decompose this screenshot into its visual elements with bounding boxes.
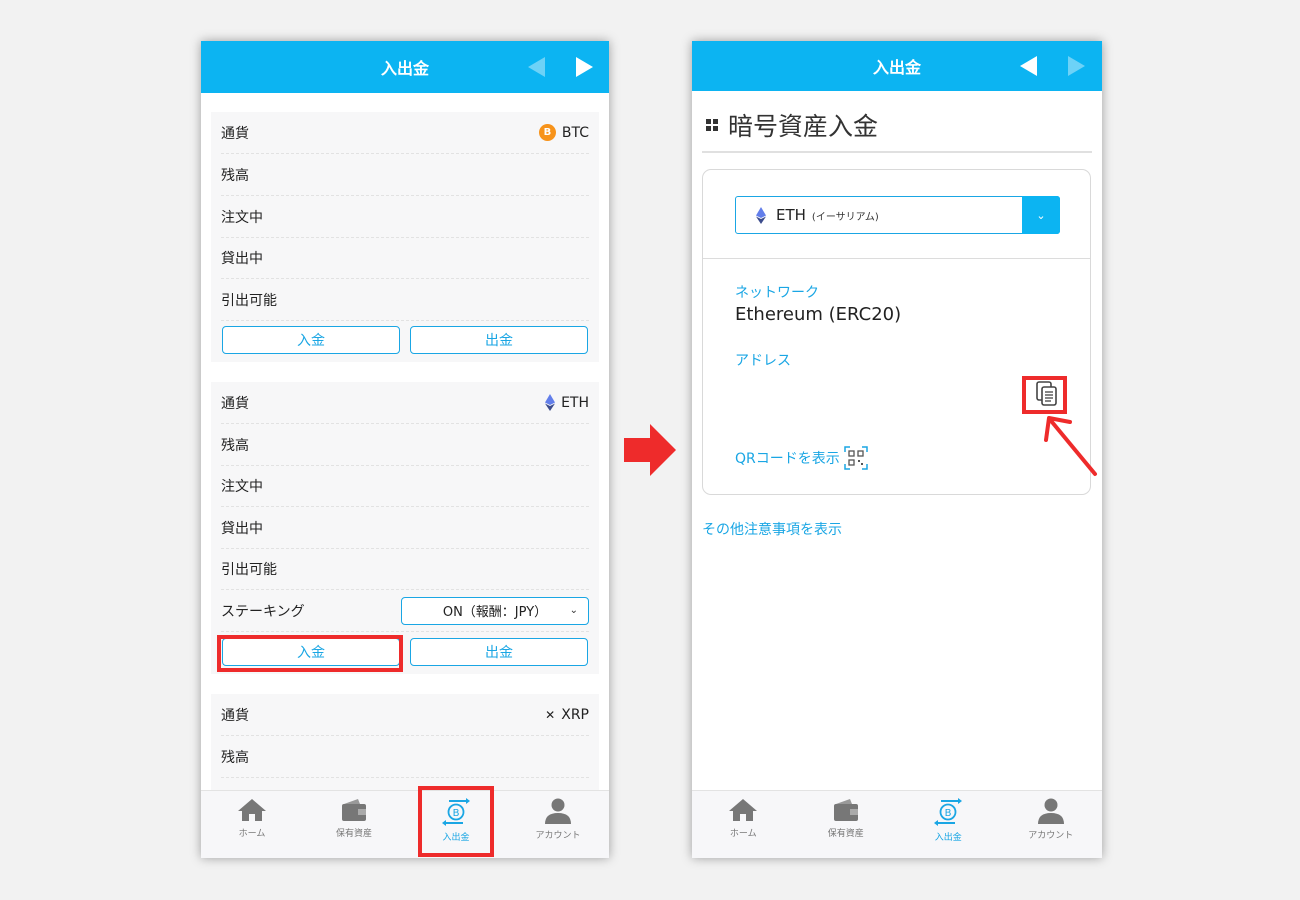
svg-text:B: B bbox=[945, 808, 952, 819]
in-order-row: 注文中 bbox=[221, 465, 589, 507]
user-icon bbox=[545, 798, 571, 824]
header-bar: 入出金 bbox=[201, 41, 609, 93]
header-bar: 入出金 bbox=[692, 41, 1102, 91]
nav-home[interactable]: ホーム bbox=[692, 791, 795, 858]
deposit-withdraw-icon: B bbox=[442, 798, 470, 826]
network-label: ネットワーク bbox=[735, 285, 819, 301]
xrp-icon: ✕ bbox=[545, 707, 556, 722]
nav-deposit-withdraw[interactable]: B 入出金 bbox=[897, 791, 1000, 858]
in-order-row: 注文中 bbox=[221, 196, 589, 238]
chevron-down-icon: ⌄ bbox=[569, 605, 578, 616]
title-divider bbox=[702, 151, 1092, 153]
eth-withdraw-button[interactable]: 出金 bbox=[410, 638, 588, 666]
balance-row: 残高 bbox=[221, 154, 589, 196]
next-arrow-icon[interactable] bbox=[1068, 56, 1085, 76]
eth-asset-card: 通貨 ETH 残高 注文中 貸出中 引出可能 ステーキング ON（報酬：JPY）… bbox=[211, 382, 599, 674]
network-value: Ethereum (ERC20) bbox=[735, 304, 902, 325]
btc-asset-card: 通貨 B BTC 残高 注文中 貸出中 引出可能 入金 出金 bbox=[211, 112, 599, 362]
page-title: 暗号資産入金 bbox=[706, 107, 878, 143]
prev-arrow-icon[interactable] bbox=[528, 57, 545, 77]
withdrawable-row: 引出可能 bbox=[221, 548, 589, 590]
grid-icon bbox=[706, 119, 718, 131]
prev-arrow-icon[interactable] bbox=[1020, 56, 1037, 76]
eth-coin-label: ETH bbox=[545, 394, 589, 411]
ethereum-icon bbox=[545, 394, 556, 411]
left-phone-screen: 入出金 通貨 B BTC 残高 注文中 貸出中 引出可能 入金 出金 通貨 ET… bbox=[201, 41, 609, 858]
next-arrow-icon[interactable] bbox=[576, 57, 593, 77]
btc-deposit-button[interactable]: 入金 bbox=[222, 326, 400, 354]
chevron-down-icon[interactable]: ⌄ bbox=[1022, 196, 1060, 234]
user-icon bbox=[1037, 798, 1064, 824]
wallet-icon bbox=[342, 799, 366, 821]
home-icon bbox=[729, 799, 758, 821]
ethereum-icon bbox=[756, 206, 766, 224]
btc-withdraw-button[interactable]: 出金 bbox=[410, 326, 588, 354]
nav-deposit-withdraw[interactable]: B 入出金 bbox=[405, 791, 507, 858]
card-divider bbox=[703, 258, 1090, 259]
bitcoin-icon: B bbox=[538, 124, 556, 141]
currency-row: 通貨 B BTC bbox=[221, 112, 589, 154]
bottom-nav: ホーム 保有資産 B 入出金 アカウント bbox=[201, 790, 609, 858]
copy-icon[interactable] bbox=[1036, 381, 1058, 407]
show-qr-link[interactable]: QRコードを表示 bbox=[735, 446, 868, 470]
btc-coin-label: B BTC bbox=[538, 124, 589, 141]
nav-account[interactable]: アカウント bbox=[1000, 791, 1103, 858]
right-arrow-icon bbox=[624, 424, 676, 476]
currency-row: 通貨 ETH bbox=[221, 382, 589, 424]
xrp-asset-card: 通貨 ✕ XRP 残高 bbox=[211, 694, 599, 794]
staking-select[interactable]: ON（報酬：JPY） ⌄ bbox=[401, 596, 589, 625]
deposit-withdraw-icon: B bbox=[934, 798, 963, 826]
lending-row: 貸出中 bbox=[221, 237, 589, 279]
staking-row: ステーキング ON（報酬：JPY） ⌄ bbox=[221, 590, 589, 632]
eth-deposit-button[interactable]: 入金 bbox=[222, 638, 400, 666]
header-title: 入出金 bbox=[872, 58, 921, 77]
lending-row: 貸出中 bbox=[221, 507, 589, 549]
xrp-coin-label: ✕ XRP bbox=[545, 706, 589, 723]
deposit-card: ETH (イーサリアム) ⌄ ネットワーク Ethereum (ERC20) ア… bbox=[702, 169, 1091, 495]
address-label: アドレス bbox=[735, 353, 791, 369]
qr-code-icon bbox=[844, 446, 868, 470]
nav-account[interactable]: アカウント bbox=[507, 791, 609, 858]
show-notes-link[interactable]: その他注意事項を表示 bbox=[702, 519, 842, 539]
nav-assets[interactable]: 保有資産 bbox=[795, 791, 898, 858]
currency-select[interactable]: ETH (イーサリアム) ⌄ bbox=[735, 196, 1060, 234]
balance-row: 残高 bbox=[221, 736, 589, 778]
nav-home[interactable]: ホーム bbox=[201, 791, 303, 858]
wallet-icon bbox=[833, 799, 858, 821]
header-title: 入出金 bbox=[380, 59, 429, 78]
home-icon bbox=[238, 799, 266, 821]
currency-row: 通貨 ✕ XRP bbox=[221, 694, 589, 736]
svg-text:B: B bbox=[453, 808, 460, 819]
pointer-arrow-icon bbox=[1044, 416, 1097, 476]
balance-row: 残高 bbox=[221, 424, 589, 466]
nav-assets[interactable]: 保有資産 bbox=[303, 791, 405, 858]
bottom-nav: ホーム 保有資産 B 入出金 アカウント bbox=[692, 790, 1102, 858]
withdrawable-row: 引出可能 bbox=[221, 279, 589, 321]
